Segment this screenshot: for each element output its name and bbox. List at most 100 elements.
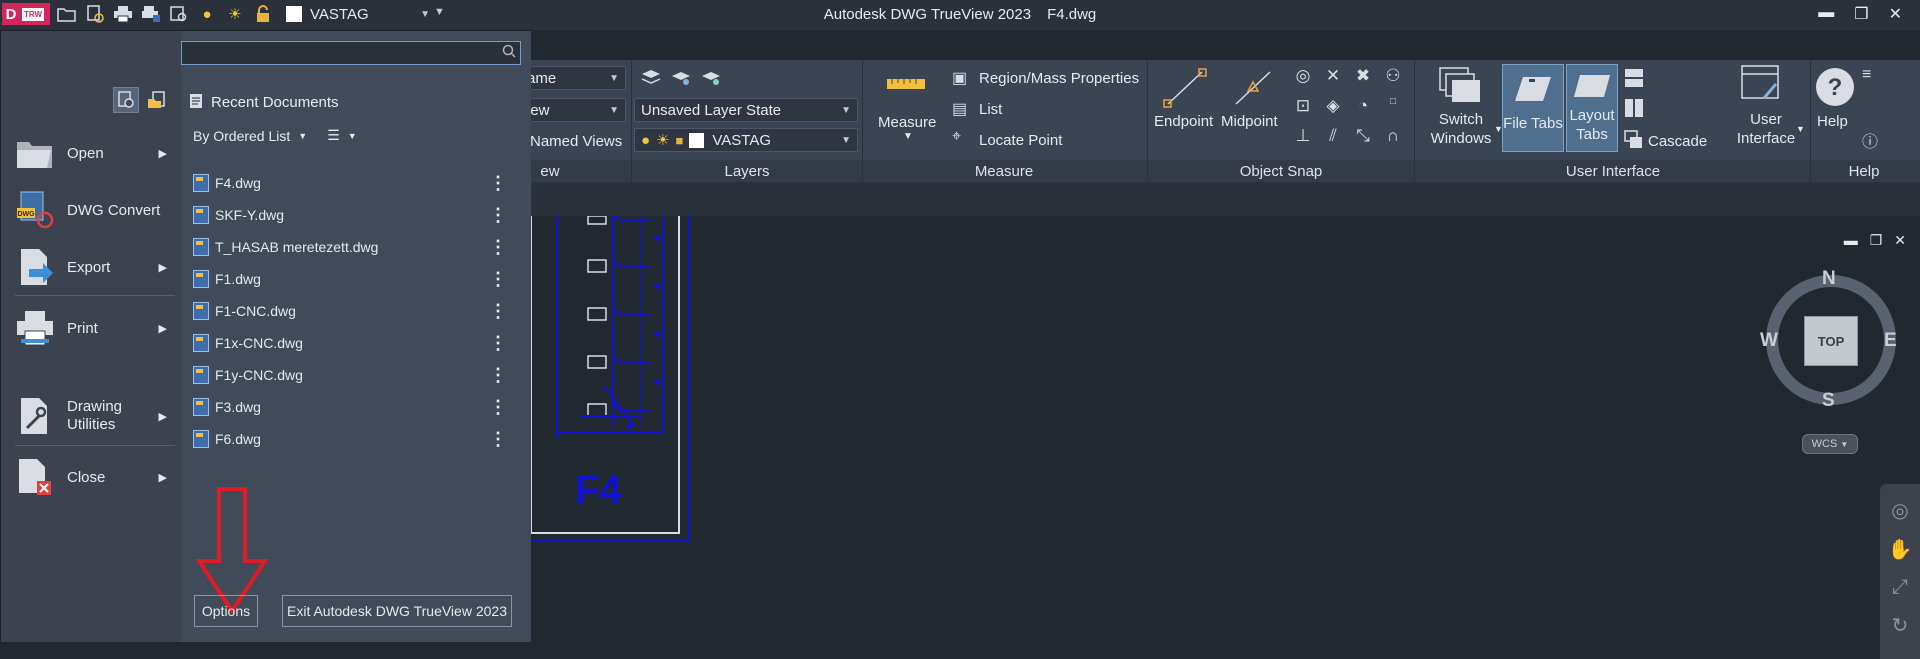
pan-hand-icon[interactable]: ✋ — [1880, 537, 1920, 562]
title-bar: D TRW ● ☀ VASTAG ▼ ▼ Autodesk DWG TrueVi… — [0, 0, 1920, 30]
recent-document-item[interactable]: F4.dwg ⋮ — [193, 171, 519, 195]
tile-vertical-icon[interactable] — [1624, 98, 1644, 123]
info-icon[interactable]: ⓘ — [1862, 128, 1878, 152]
exit-button[interactable]: Exit Autodesk DWG TrueView 2023 — [282, 595, 512, 627]
layer-isolate-icon[interactable] — [670, 68, 692, 93]
tangent-snap-icon[interactable]: ◔ — [1348, 96, 1378, 126]
ordered-list-dropdown[interactable]: By Ordered List — [193, 128, 290, 144]
compass-west[interactable]: W — [1760, 330, 1778, 352]
file-tabs-button[interactable]: File Tabs — [1502, 64, 1564, 152]
named-views-button[interactable]: Named Views — [530, 133, 622, 150]
layout-tabs-button[interactable]: Layout Tabs — [1566, 64, 1618, 152]
help-menu-icon[interactable]: ≡ — [1862, 66, 1871, 84]
chevron-down-icon[interactable]: ▼ — [348, 131, 357, 141]
list-button[interactable]: List — [979, 101, 1002, 118]
restore-button[interactable]: ❐ — [1854, 4, 1868, 24]
export-icon — [15, 247, 55, 287]
more-options-icon[interactable]: ⋮ — [489, 429, 507, 450]
close-button[interactable]: ✕ — [1889, 4, 1902, 24]
recent-document-item[interactable]: F1x-CNC.dwg ⋮ — [193, 331, 519, 355]
orbit-icon[interactable]: ↻ — [1880, 613, 1920, 638]
more-options-icon[interactable]: ⋮ — [489, 237, 507, 258]
help-button[interactable]: Help — [1817, 113, 1848, 130]
viewport-restore-icon[interactable]: ❐ — [1870, 232, 1883, 249]
recent-document-item[interactable]: F1y-CNC.dwg ⋮ — [193, 363, 519, 387]
file-title: F4.dwg — [1047, 6, 1097, 23]
chevron-down-icon: ▼ — [1840, 440, 1849, 449]
more-options-icon[interactable]: ⋮ — [489, 269, 507, 290]
intersection-snap-icon[interactable]: ✕ — [1318, 66, 1348, 96]
viewport-minimize-icon[interactable]: ▬ — [1844, 232, 1858, 249]
menu-open[interactable]: Open ▶ — [15, 129, 167, 177]
combo-value: ame — [527, 69, 557, 87]
chevron-down-icon[interactable]: ▼ — [903, 131, 913, 142]
switch-windows-button[interactable]: Switch Windows — [1426, 110, 1496, 148]
endpoint-button[interactable]: Endpoint — [1154, 113, 1213, 130]
chevron-right-icon: ▶ — [158, 261, 167, 274]
user-interface-button[interactable]: User Interface — [1728, 110, 1804, 148]
node-snap-icon[interactable]: ⊡ — [1288, 96, 1318, 126]
menu-drawing-utilities[interactable]: Drawing Utilities ▶ — [15, 392, 167, 440]
quadrant-snap-icon[interactable]: ◈ — [1318, 96, 1348, 126]
chevron-right-icon: ▶ — [158, 471, 167, 484]
recent-document-item[interactable]: F3.dwg ⋮ — [193, 395, 519, 419]
layer-properties-icon[interactable] — [640, 68, 662, 93]
compass-north[interactable]: N — [1822, 268, 1836, 290]
recent-documents-icon[interactable] — [113, 87, 139, 113]
layer-combo[interactable]: ● ☀ ■ VASTAG ▼ — [634, 128, 858, 152]
tile-horizontal-icon[interactable] — [1624, 68, 1644, 93]
recent-document-item[interactable]: F1.dwg ⋮ — [193, 267, 519, 291]
menu-close[interactable]: Close ▶ — [15, 453, 167, 501]
svg-text:DWG: DWG — [17, 211, 35, 218]
compass-east[interactable]: E — [1884, 330, 1897, 352]
button-label-line1: Switch — [1438, 111, 1484, 128]
measure-button[interactable]: Measure — [878, 114, 936, 131]
nearest-snap-icon[interactable]: ⤡ — [1348, 126, 1378, 156]
open-documents-icon[interactable] — [143, 87, 169, 113]
snap-overrides-icon[interactable]: ⚇ — [1378, 66, 1408, 96]
more-options-icon[interactable]: ⋮ — [489, 205, 507, 226]
wcs-dropdown[interactable]: WCS ▼ — [1802, 434, 1858, 454]
recent-document-item[interactable]: SKF-Y.dwg ⋮ — [193, 203, 519, 227]
panel-separator — [631, 60, 632, 182]
more-options-icon[interactable]: ⋮ — [489, 333, 507, 354]
viewcube-top-face[interactable]: TOP — [1804, 316, 1858, 366]
recent-document-item[interactable]: F1-CNC.dwg ⋮ — [193, 299, 519, 323]
chevron-down-icon[interactable]: ▼ — [298, 131, 307, 141]
zoom-extents-icon[interactable]: ⤢ — [1880, 576, 1920, 599]
midpoint-button[interactable]: Midpoint — [1221, 113, 1278, 130]
menu-print[interactable]: Print ▶ — [15, 304, 167, 352]
magnet-icon[interactable]: ∩ — [1378, 126, 1408, 156]
menu-label: Close — [67, 468, 106, 486]
recent-document-item[interactable]: F6.dwg ⋮ — [193, 427, 519, 451]
compass-south[interactable]: S — [1822, 390, 1835, 412]
locate-point-button[interactable]: Locate Point — [979, 132, 1062, 149]
perpendicular-snap-icon[interactable]: ⊥ — [1288, 126, 1318, 156]
none-snap-icon[interactable]: □ — [1378, 96, 1408, 126]
chevron-down-icon[interactable]: ▼ — [1796, 124, 1805, 134]
layer-state-combo[interactable]: Unsaved Layer State ▼ — [634, 98, 858, 122]
parallel-snap-icon[interactable]: ⫽ — [1318, 126, 1348, 156]
more-options-icon[interactable]: ⋮ — [489, 173, 507, 194]
named-view-combo[interactable]: ame ▼ — [520, 66, 626, 90]
more-options-icon[interactable]: ⋮ — [489, 301, 507, 322]
more-options-icon[interactable]: ⋮ — [489, 365, 507, 386]
help-panel-label: Help — [1848, 163, 1880, 180]
list-view-icon[interactable]: ☰ — [327, 127, 340, 144]
view-combo[interactable]: iew ▼ — [520, 98, 626, 122]
minimize-button[interactable]: ▬ — [1818, 4, 1834, 24]
options-button[interactable]: Options — [194, 595, 258, 627]
recent-document-item[interactable]: T_HASAB meretezett.dwg ⋮ — [193, 235, 519, 259]
steering-wheel-icon[interactable]: ◎ — [1880, 498, 1920, 523]
apparent-intersection-icon[interactable]: ✖ — [1348, 66, 1378, 96]
drawing-label: F4 — [575, 468, 622, 512]
more-options-icon[interactable]: ⋮ — [489, 397, 507, 418]
layer-off-icon[interactable] — [700, 68, 722, 93]
viewport-close-icon[interactable]: ✕ — [1894, 232, 1906, 249]
center-snap-icon[interactable]: ◎ — [1288, 66, 1318, 96]
menu-export[interactable]: Export ▶ — [15, 243, 167, 291]
menu-dwg-convert[interactable]: DWG DWG Convert — [15, 186, 167, 234]
cascade-button[interactable]: Cascade — [1648, 133, 1707, 150]
region-mass-properties-button[interactable]: Region/Mass Properties — [979, 70, 1139, 87]
search-input[interactable] — [181, 41, 521, 65]
